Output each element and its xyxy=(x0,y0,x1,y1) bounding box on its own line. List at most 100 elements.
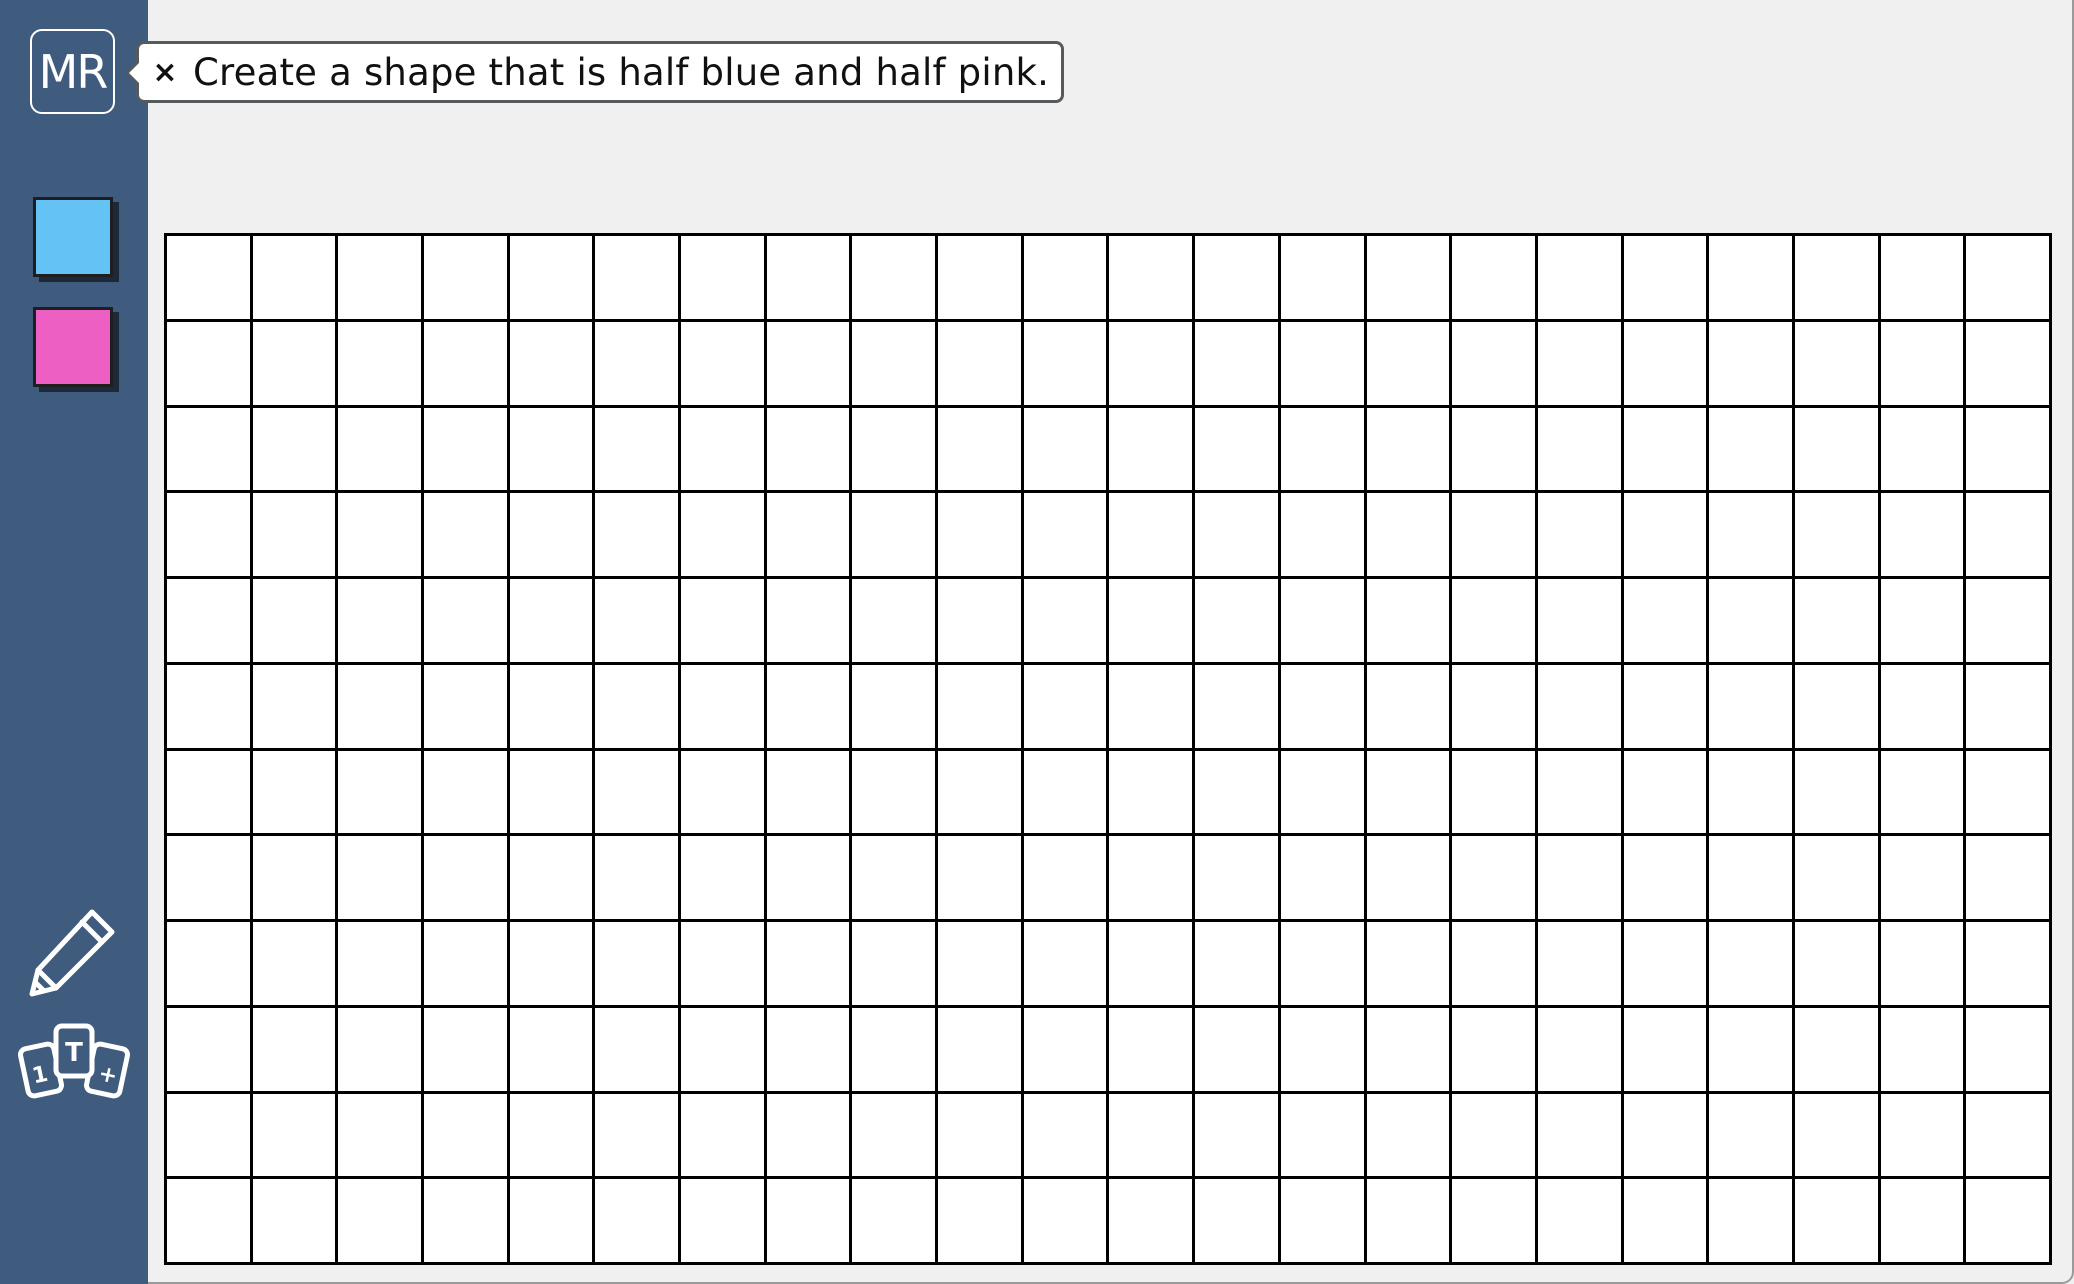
grid-cell[interactable] xyxy=(1195,1007,1281,1094)
grid-cell[interactable] xyxy=(424,664,510,751)
grid-cell[interactable] xyxy=(938,836,1024,922)
grid-cell[interactable] xyxy=(509,236,596,322)
grid-cell[interactable] xyxy=(1366,493,1453,579)
grid-cell[interactable] xyxy=(766,236,853,322)
grid-cell[interactable] xyxy=(1109,750,1196,837)
grid-cell[interactable] xyxy=(1880,1093,1967,1180)
grid-cell[interactable] xyxy=(1023,493,1110,579)
grid-cell[interactable] xyxy=(938,493,1024,579)
grid-cell[interactable] xyxy=(1109,664,1196,751)
grid-cell[interactable] xyxy=(1537,750,1624,837)
grid-cell[interactable] xyxy=(1366,750,1453,837)
grid-cell[interactable] xyxy=(1623,922,1710,1008)
grid-cell[interactable] xyxy=(1280,321,1367,408)
grid-cell[interactable] xyxy=(424,1179,510,1265)
grid-cell[interactable] xyxy=(1794,1007,1881,1094)
grid-cell[interactable] xyxy=(1023,922,1110,1008)
blue-color-swatch[interactable] xyxy=(33,197,113,277)
grid-cell[interactable] xyxy=(852,493,939,579)
grid-cell[interactable] xyxy=(338,321,425,408)
pencil-icon[interactable] xyxy=(26,904,120,998)
close-icon[interactable]: × xyxy=(145,44,185,100)
grid-cell[interactable] xyxy=(1280,1093,1367,1180)
grid-cell[interactable] xyxy=(852,407,939,494)
grid-cell[interactable] xyxy=(1794,750,1881,837)
grid-cell[interactable] xyxy=(1452,236,1538,322)
grid-cell[interactable] xyxy=(852,922,939,1008)
grid-cell[interactable] xyxy=(1280,664,1367,751)
grid-cell[interactable] xyxy=(509,579,596,665)
grid-cell[interactable] xyxy=(167,493,253,579)
grid-cell[interactable] xyxy=(766,664,853,751)
grid-cell[interactable] xyxy=(1366,836,1453,922)
grid-cell[interactable] xyxy=(1109,1007,1196,1094)
grid-cell[interactable] xyxy=(938,321,1024,408)
grid-cell[interactable] xyxy=(1280,1179,1367,1265)
grid-cell[interactable] xyxy=(1709,664,1795,751)
grid-cell[interactable] xyxy=(1880,922,1967,1008)
grid-cell[interactable] xyxy=(424,922,510,1008)
grid-cell[interactable] xyxy=(252,579,339,665)
grid-cell[interactable] xyxy=(424,407,510,494)
grid-cell[interactable] xyxy=(595,1093,682,1180)
grid-cell[interactable] xyxy=(338,922,425,1008)
grid-cell[interactable] xyxy=(1794,836,1881,922)
grid-cell[interactable] xyxy=(509,321,596,408)
grid-cell[interactable] xyxy=(252,1007,339,1094)
grid-cell[interactable] xyxy=(1794,1093,1881,1180)
grid-cell[interactable] xyxy=(1794,1179,1881,1265)
grid-cell[interactable] xyxy=(1280,922,1367,1008)
grid-cell[interactable] xyxy=(1023,1007,1110,1094)
grid-cell[interactable] xyxy=(1537,664,1624,751)
user-avatar[interactable]: MR xyxy=(30,29,115,114)
grid-cell[interactable] xyxy=(1966,750,2052,837)
grid-cell[interactable] xyxy=(1623,321,1710,408)
grid-cell[interactable] xyxy=(681,321,767,408)
grid-cell[interactable] xyxy=(1709,407,1795,494)
grid-cell[interactable] xyxy=(1023,579,1110,665)
grid-cell[interactable] xyxy=(1366,922,1453,1008)
grid-cell[interactable] xyxy=(1709,321,1795,408)
grid-cell[interactable] xyxy=(681,493,767,579)
grid-cell[interactable] xyxy=(1023,664,1110,751)
grid-cell[interactable] xyxy=(1195,836,1281,922)
grid-cell[interactable] xyxy=(1966,1093,2052,1180)
grid-cell[interactable] xyxy=(1966,493,2052,579)
grid-cell[interactable] xyxy=(681,664,767,751)
grid-cell[interactable] xyxy=(1966,836,2052,922)
grid-cell[interactable] xyxy=(1709,1007,1795,1094)
grid-cell[interactable] xyxy=(1195,579,1281,665)
grid-cell[interactable] xyxy=(509,1093,596,1180)
grid-cell[interactable] xyxy=(424,836,510,922)
grid-cell[interactable] xyxy=(766,750,853,837)
grid-cell[interactable] xyxy=(1880,664,1967,751)
grid-cell[interactable] xyxy=(1366,1007,1453,1094)
grid-cell[interactable] xyxy=(1195,321,1281,408)
grid-cell[interactable] xyxy=(1623,493,1710,579)
grid-cell[interactable] xyxy=(1195,236,1281,322)
grid-cell[interactable] xyxy=(1195,750,1281,837)
grid-cell[interactable] xyxy=(338,407,425,494)
grid-cell[interactable] xyxy=(424,321,510,408)
grid-cell[interactable] xyxy=(1880,407,1967,494)
grid-cell[interactable] xyxy=(1366,1179,1453,1265)
grid-cell[interactable] xyxy=(681,407,767,494)
grid-cell[interactable] xyxy=(338,579,425,665)
grid-cell[interactable] xyxy=(938,1007,1024,1094)
grid-cell[interactable] xyxy=(852,750,939,837)
grid-cell[interactable] xyxy=(252,493,339,579)
grid-cell[interactable] xyxy=(1623,236,1710,322)
grid-cell[interactable] xyxy=(766,493,853,579)
grid-cell[interactable] xyxy=(681,750,767,837)
grid-cell[interactable] xyxy=(424,750,510,837)
grid-cell[interactable] xyxy=(852,579,939,665)
grid-cell[interactable] xyxy=(1794,579,1881,665)
grid-cell[interactable] xyxy=(1537,493,1624,579)
grid-cell[interactable] xyxy=(1537,321,1624,408)
grid-cell[interactable] xyxy=(1023,236,1110,322)
grid-cell[interactable] xyxy=(338,236,425,322)
grid-cell[interactable] xyxy=(1537,1179,1624,1265)
grid-cell[interactable] xyxy=(1109,1093,1196,1180)
grid-cell[interactable] xyxy=(595,1179,682,1265)
grid-cell[interactable] xyxy=(852,836,939,922)
